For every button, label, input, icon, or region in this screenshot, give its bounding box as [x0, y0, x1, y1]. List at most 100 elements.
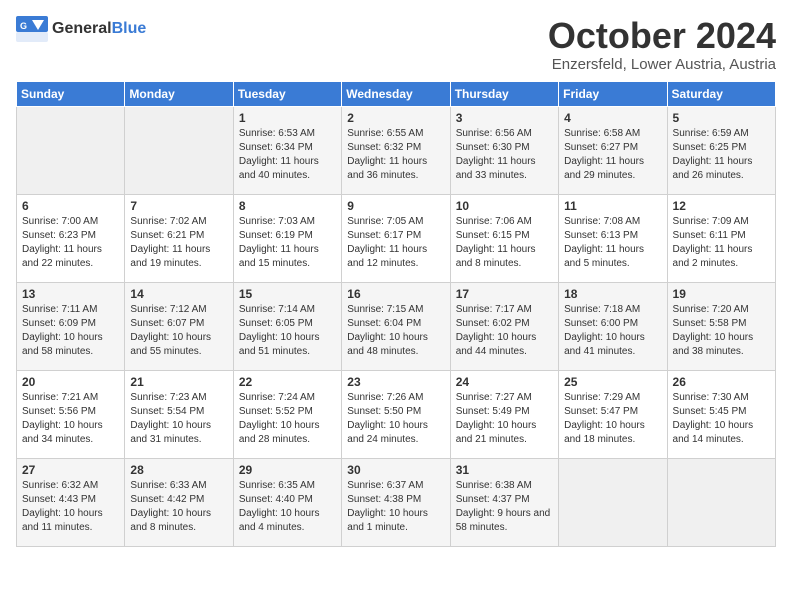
- cell-content: Sunrise: 7:09 AMSunset: 6:11 PMDaylight:…: [673, 215, 770, 271]
- cell-content: Sunrise: 7:14 AMSunset: 6:05 PMDaylight:…: [239, 303, 336, 359]
- day-number: 17: [456, 287, 553, 301]
- weekday-header-tuesday: Tuesday: [233, 81, 341, 106]
- day-number: 28: [130, 463, 227, 477]
- calendar-cell: 14Sunrise: 7:12 AMSunset: 6:07 PMDayligh…: [125, 282, 233, 370]
- calendar-cell: 11 Sunrise: 7:08 AMSunset: 6:13 PMDayligh…: [559, 194, 667, 282]
- day-number: 24: [456, 375, 553, 389]
- day-number: 21: [130, 375, 227, 389]
- calendar-cell: 23 Sunrise: 7:26 AMSunset: 5:50 PMDayligh…: [342, 370, 450, 458]
- day-number: 18: [564, 287, 661, 301]
- day-number: 15: [239, 287, 336, 301]
- calendar-cell: 16 Sunrise: 7:15 AMSunset: 6:04 PMDayligh…: [342, 282, 450, 370]
- calendar-cell: 19 Sunrise: 7:20 AMSunset: 5:58 PMDayligh…: [667, 282, 775, 370]
- logo-general: General: [52, 20, 112, 37]
- cell-content: Sunrise: 7:05 AMSunset: 6:17 PMDaylight:…: [347, 215, 444, 271]
- day-number: 29: [239, 463, 336, 477]
- day-number: 20: [22, 375, 119, 389]
- weekday-header-thursday: Thursday: [450, 81, 558, 106]
- day-number: 30: [347, 463, 444, 477]
- weekday-header-friday: Friday: [559, 81, 667, 106]
- calendar-cell: 4Sunrise: 6:58 AMSunset: 6:27 PMDaylight…: [559, 106, 667, 194]
- cell-content: Sunrise: 6:59 AMSunset: 6:25 PMDaylight:…: [673, 127, 770, 183]
- cell-content: Sunrise: 7:21 AMSunset: 5:56 PMDaylight:…: [22, 391, 119, 447]
- cell-content: Sunrise: 6:37 AMSunset: 4:38 PMDaylight:…: [347, 479, 444, 535]
- day-number: 11: [564, 199, 661, 213]
- calendar-cell: 27Sunrise: 6:32 AMSunset: 4:43 PMDayligh…: [17, 458, 125, 546]
- day-number: 31: [456, 463, 553, 477]
- calendar-cell: 24 Sunrise: 7:27 AMSunset: 5:49 PMDayligh…: [450, 370, 558, 458]
- calendar-week-5: 27Sunrise: 6:32 AMSunset: 4:43 PMDayligh…: [17, 458, 776, 546]
- day-number: 19: [673, 287, 770, 301]
- day-number: 26: [673, 375, 770, 389]
- day-number: 6: [22, 199, 119, 213]
- calendar-cell: 21 Sunrise: 7:23 AMSunset: 5:54 PMDayligh…: [125, 370, 233, 458]
- calendar-cell: 3 Sunrise: 6:56 AMSunset: 6:30 PMDaylight…: [450, 106, 558, 194]
- day-number: 27: [22, 463, 119, 477]
- calendar-cell: 9 Sunrise: 7:05 AMSunset: 6:17 PMDaylight…: [342, 194, 450, 282]
- calendar-cell: 7 Sunrise: 7:02 AMSunset: 6:21 PMDaylight…: [125, 194, 233, 282]
- title-block: October 2024 Enzersfeld, Lower Austria, …: [548, 16, 776, 73]
- cell-content: Sunrise: 7:08 AMSunset: 6:13 PMDaylight:…: [564, 215, 661, 271]
- svg-text:G: G: [20, 21, 27, 31]
- calendar-cell: 31Sunrise: 6:38 AMSunset: 4:37 PMDayligh…: [450, 458, 558, 546]
- cell-content: Sunrise: 6:33 AMSunset: 4:42 PMDaylight:…: [130, 479, 227, 535]
- calendar-cell: 29 Sunrise: 6:35 AMSunset: 4:40 PMDayligh…: [233, 458, 341, 546]
- calendar-cell: 28 Sunrise: 6:33 AMSunset: 4:42 PMDayligh…: [125, 458, 233, 546]
- calendar-cell: 20 Sunrise: 7:21 AMSunset: 5:56 PMDayligh…: [17, 370, 125, 458]
- cell-content: Sunrise: 7:23 AMSunset: 5:54 PMDaylight:…: [130, 391, 227, 447]
- calendar-week-1: 1 Sunrise: 6:53 AMSunset: 6:34 PMDaylight…: [17, 106, 776, 194]
- day-number: 10: [456, 199, 553, 213]
- day-number: 22: [239, 375, 336, 389]
- calendar-cell: 13Sunrise: 7:11 AMSunset: 6:09 PMDayligh…: [17, 282, 125, 370]
- cell-content: Sunrise: 6:53 AMSunset: 6:34 PMDaylight:…: [239, 127, 336, 183]
- logo-blue: Blue: [112, 20, 147, 37]
- day-number: 8: [239, 199, 336, 213]
- cell-content: Sunrise: 7:26 AMSunset: 5:50 PMDaylight:…: [347, 391, 444, 447]
- cell-content: Sunrise: 7:27 AMSunset: 5:49 PMDaylight:…: [456, 391, 553, 447]
- day-number: 3: [456, 111, 553, 125]
- cell-content: Sunrise: 7:02 AMSunset: 6:21 PMDaylight:…: [130, 215, 227, 271]
- cell-content: Sunrise: 6:35 AMSunset: 4:40 PMDaylight:…: [239, 479, 336, 535]
- day-number: 7: [130, 199, 227, 213]
- day-number: 25: [564, 375, 661, 389]
- day-number: 5: [673, 111, 770, 125]
- calendar-cell: 17Sunrise: 7:17 AMSunset: 6:02 PMDayligh…: [450, 282, 558, 370]
- calendar-cell: 12 Sunrise: 7:09 AMSunset: 6:11 PMDayligh…: [667, 194, 775, 282]
- page-header: G GeneralBlue October 2024 Enzersfeld, L…: [16, 16, 776, 73]
- calendar-cell: 25Sunrise: 7:29 AMSunset: 5:47 PMDayligh…: [559, 370, 667, 458]
- weekday-header-saturday: Saturday: [667, 81, 775, 106]
- location-title: Enzersfeld, Lower Austria, Austria: [548, 56, 776, 73]
- calendar-cell: 5 Sunrise: 6:59 AMSunset: 6:25 PMDaylight…: [667, 106, 775, 194]
- day-number: 2: [347, 111, 444, 125]
- logo: G GeneralBlue: [16, 16, 146, 42]
- day-number: 14: [130, 287, 227, 301]
- weekday-header-sunday: Sunday: [17, 81, 125, 106]
- day-number: 16: [347, 287, 444, 301]
- month-title: October 2024: [548, 16, 776, 56]
- calendar-cell: 30 Sunrise: 6:37 AMSunset: 4:38 PMDayligh…: [342, 458, 450, 546]
- day-number: 1: [239, 111, 336, 125]
- calendar-cell: 1 Sunrise: 6:53 AMSunset: 6:34 PMDaylight…: [233, 106, 341, 194]
- cell-content: Sunrise: 7:03 AMSunset: 6:19 PMDaylight:…: [239, 215, 336, 271]
- day-number: 9: [347, 199, 444, 213]
- day-number: 12: [673, 199, 770, 213]
- cell-content: Sunrise: 6:56 AMSunset: 6:30 PMDaylight:…: [456, 127, 553, 183]
- weekday-header-monday: Monday: [125, 81, 233, 106]
- calendar-cell: 2 Sunrise: 6:55 AMSunset: 6:32 PMDaylight…: [342, 106, 450, 194]
- calendar-week-3: 13Sunrise: 7:11 AMSunset: 6:09 PMDayligh…: [17, 282, 776, 370]
- day-number: 23: [347, 375, 444, 389]
- cell-content: Sunrise: 7:30 AMSunset: 5:45 PMDaylight:…: [673, 391, 770, 447]
- calendar-cell: 10 Sunrise: 7:06 AMSunset: 6:15 PMDayligh…: [450, 194, 558, 282]
- calendar-cell: 6 Sunrise: 7:00 AMSunset: 6:23 PMDaylight…: [17, 194, 125, 282]
- cell-content: Sunrise: 7:15 AMSunset: 6:04 PMDaylight:…: [347, 303, 444, 359]
- cell-content: Sunrise: 7:18 AMSunset: 6:00 PMDaylight:…: [564, 303, 661, 359]
- day-number: 13: [22, 287, 119, 301]
- cell-content: Sunrise: 7:00 AMSunset: 6:23 PMDaylight:…: [22, 215, 119, 271]
- calendar-cell: [17, 106, 125, 194]
- cell-content: Sunrise: 7:06 AMSunset: 6:15 PMDaylight:…: [456, 215, 553, 271]
- cell-content: Sunrise: 7:20 AMSunset: 5:58 PMDaylight:…: [673, 303, 770, 359]
- calendar-cell: 15 Sunrise: 7:14 AMSunset: 6:05 PMDayligh…: [233, 282, 341, 370]
- calendar-cell: 22Sunrise: 7:24 AMSunset: 5:52 PMDayligh…: [233, 370, 341, 458]
- cell-content: Sunrise: 6:55 AMSunset: 6:32 PMDaylight:…: [347, 127, 444, 183]
- day-number: 4: [564, 111, 661, 125]
